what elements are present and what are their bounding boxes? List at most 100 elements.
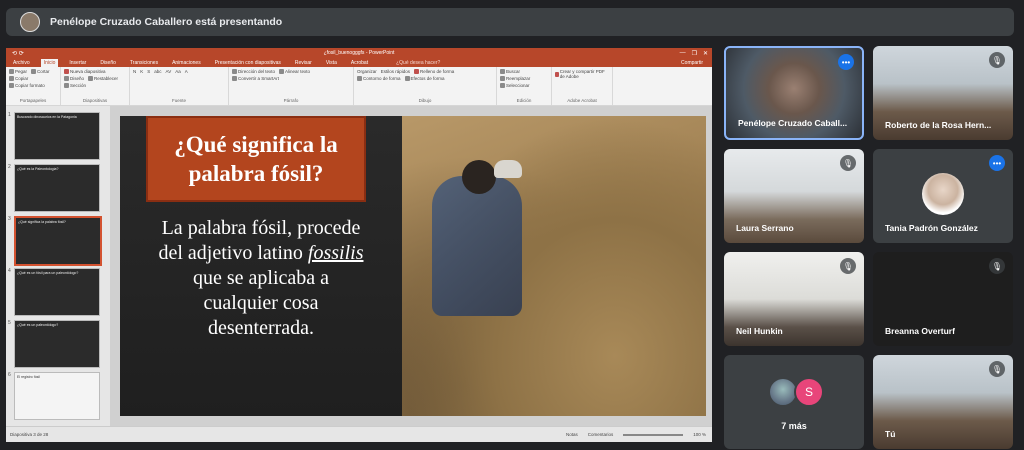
ribbon-group-font: N K S abc AV Aa A Fuente — [130, 67, 229, 105]
slide-title-line: ¿Qué significa la — [174, 132, 338, 157]
group-label: Párrafo — [283, 98, 299, 103]
mic-off-icon: 🎙 — [840, 155, 856, 171]
slide-thumbnails-pane[interactable]: 1 Buscando dinosaurios en la Patagonia 2… — [6, 106, 110, 427]
slide-thumbnail[interactable]: El registro fósil — [14, 372, 100, 420]
close-button[interactable]: ✕ — [703, 50, 708, 57]
slide-thumbnail[interactable]: ¿Qué es un paleontólogo? — [14, 320, 100, 368]
zoom-level[interactable]: 100 % — [693, 432, 706, 437]
italic-button[interactable]: K — [140, 69, 143, 74]
self-view-tile[interactable]: 🎙 Tú — [873, 355, 1013, 449]
maximize-button[interactable]: ❐ — [692, 50, 697, 57]
tell-me-search[interactable]: ¿Qué desea hacer? — [393, 59, 443, 67]
align-text-button[interactable]: Alinear texto — [279, 69, 310, 74]
participant-tile[interactable]: ••• Tania Padrón González — [873, 149, 1013, 243]
text-direction-button[interactable]: Dirección del texto — [232, 69, 275, 74]
tab-presentacion[interactable]: Presentación con diapositivas — [212, 59, 284, 67]
underline-button[interactable]: S — [147, 69, 150, 74]
slide-title-box[interactable]: ¿Qué significa la palabra fósil? — [146, 116, 366, 202]
participant-tile[interactable]: 🎙 Breanna Overturf — [873, 252, 1013, 346]
font-color-button[interactable]: A — [185, 69, 188, 74]
replace-button[interactable]: Reemplazar — [500, 76, 530, 81]
participant-tile[interactable]: 🎙 Laura Serrano — [724, 149, 864, 243]
thumb-number: 3 — [8, 216, 11, 222]
select-button[interactable]: Seleccionar — [500, 83, 530, 88]
slide-thumbnail[interactable]: Buscando dinosaurios en la Patagonia — [14, 112, 100, 160]
participant-tile[interactable]: ••• Penélope Cruzado Caball... — [724, 46, 864, 140]
participant-name: Laura Serrano — [736, 223, 794, 233]
smartart-icon — [232, 76, 237, 81]
tab-acrobat[interactable]: Acrobat — [348, 59, 371, 67]
share-button[interactable]: Compartir — [678, 59, 706, 67]
more-participants-tile[interactable]: S 7 más — [724, 355, 864, 449]
participant-tile[interactable]: 🎙 Neil Hunkin — [724, 252, 864, 346]
change-case-button[interactable]: Aa — [175, 69, 181, 74]
tab-diseno[interactable]: Diseño — [97, 59, 119, 67]
replace-icon — [500, 76, 505, 81]
group-label: Diapositivas — [82, 98, 108, 103]
create-pdf-button[interactable]: Crear y compartir PDF de Adobe — [555, 69, 609, 79]
strikethrough-button[interactable]: abc — [154, 69, 161, 74]
avatar-stack: S — [768, 377, 824, 407]
thumb-title: ¿Qué es la Paleontología? — [17, 167, 59, 171]
arrange-button[interactable]: Organizar — [357, 69, 377, 74]
format-painter-button[interactable]: Copiar formato — [9, 83, 45, 88]
quick-access-toolbar[interactable]: ⟲ ⟳ — [12, 50, 24, 57]
comments-button[interactable]: Comentarios — [588, 432, 614, 437]
ribbon-group-slides: Nueva diapositiva Diseño Restablecer Sec… — [61, 67, 130, 105]
thumb-title: ¿Qué es un paleontólogo? — [17, 323, 59, 327]
tab-insertar[interactable]: Insertar — [66, 59, 89, 67]
slide-body-line: que se aplicaba a — [192, 267, 330, 289]
new-slide-icon — [64, 69, 69, 74]
smartart-button[interactable]: Convertir a SmartArt — [232, 76, 279, 81]
shape-outline-icon — [357, 76, 362, 81]
align-text-icon — [279, 69, 285, 74]
paste-button[interactable]: Pegar — [9, 69, 27, 74]
avatar-initial: S — [794, 377, 824, 407]
participant-tile[interactable]: 🎙 Roberto de la Rosa Hern... — [873, 46, 1013, 140]
shape-effects-button[interactable]: Efectos de forma — [404, 76, 445, 81]
participant-name: Penélope Cruzado Caball... — [738, 118, 848, 128]
presenter-avatar — [20, 12, 40, 32]
notes-button[interactable]: Notas — [566, 432, 578, 437]
char-spacing-button[interactable]: AV — [166, 69, 172, 74]
participant-name: Roberto de la Rosa Hern... — [885, 120, 992, 130]
group-label: Dibujo — [418, 98, 432, 103]
shape-fill-button[interactable]: Relleno de forma — [414, 69, 454, 74]
section-button[interactable]: Sección — [64, 83, 86, 88]
reset-button[interactable]: Restablecer — [88, 76, 118, 81]
ribbon-group-drawing: Organizar Estilos rápidos Relleno de for… — [354, 67, 497, 105]
slide-text-panel: ¿Qué significa la palabra fósil? La pala… — [120, 116, 402, 416]
find-button[interactable]: Buscar — [500, 69, 520, 74]
excavation-photo — [402, 116, 706, 416]
tab-animaciones[interactable]: Animaciones — [169, 59, 204, 67]
tab-vista[interactable]: Vista — [323, 59, 340, 67]
mic-off-icon: 🎙 — [989, 361, 1005, 377]
slide-thumbnail[interactable]: ¿Qué es un fósil para un paleontólogo? — [14, 268, 100, 316]
zoom-slider[interactable] — [623, 433, 684, 436]
pdf-icon — [555, 71, 559, 77]
tab-archivo[interactable]: Archivo — [10, 59, 33, 67]
slide-body-text[interactable]: La palabra fósil, procede del adjetivo l… — [120, 216, 402, 341]
shape-outline-button[interactable]: Contorno de forma — [357, 76, 401, 81]
copy-button[interactable]: Copiar — [9, 76, 28, 81]
thumb-number: 4 — [8, 268, 11, 274]
more-dots-icon[interactable]: ••• — [838, 54, 854, 70]
quick-styles-button[interactable]: Estilos rápidos — [381, 69, 410, 74]
thumb-title: ¿Qué significa la palabra fósil? — [18, 220, 66, 224]
tab-revisar[interactable]: Revisar — [292, 59, 315, 67]
group-label: Portapapeles — [19, 98, 47, 103]
slide-thumbnail[interactable]: ¿Qué es la Paleontología? — [14, 164, 100, 212]
search-icon — [500, 69, 505, 74]
tab-inicio[interactable]: Inicio — [40, 59, 59, 67]
ppt-body: 1 Buscando dinosaurios en la Patagonia 2… — [6, 106, 712, 427]
current-slide[interactable]: ¿Qué significa la palabra fósil? La pala… — [120, 116, 706, 416]
cut-button[interactable]: Cortar — [31, 69, 50, 74]
minimize-button[interactable]: — — [680, 50, 686, 57]
tab-transiciones[interactable]: Transiciones — [127, 59, 161, 67]
slide-thumbnail-selected[interactable]: ¿Qué significa la palabra fósil? — [14, 216, 102, 266]
bold-button[interactable]: N — [133, 69, 136, 74]
new-slide-button[interactable]: Nueva diapositiva — [64, 69, 106, 74]
layout-icon — [64, 76, 69, 81]
thumb-title: ¿Qué es un fósil para un paleontólogo? — [17, 271, 79, 275]
layout-button[interactable]: Diseño — [64, 76, 84, 81]
